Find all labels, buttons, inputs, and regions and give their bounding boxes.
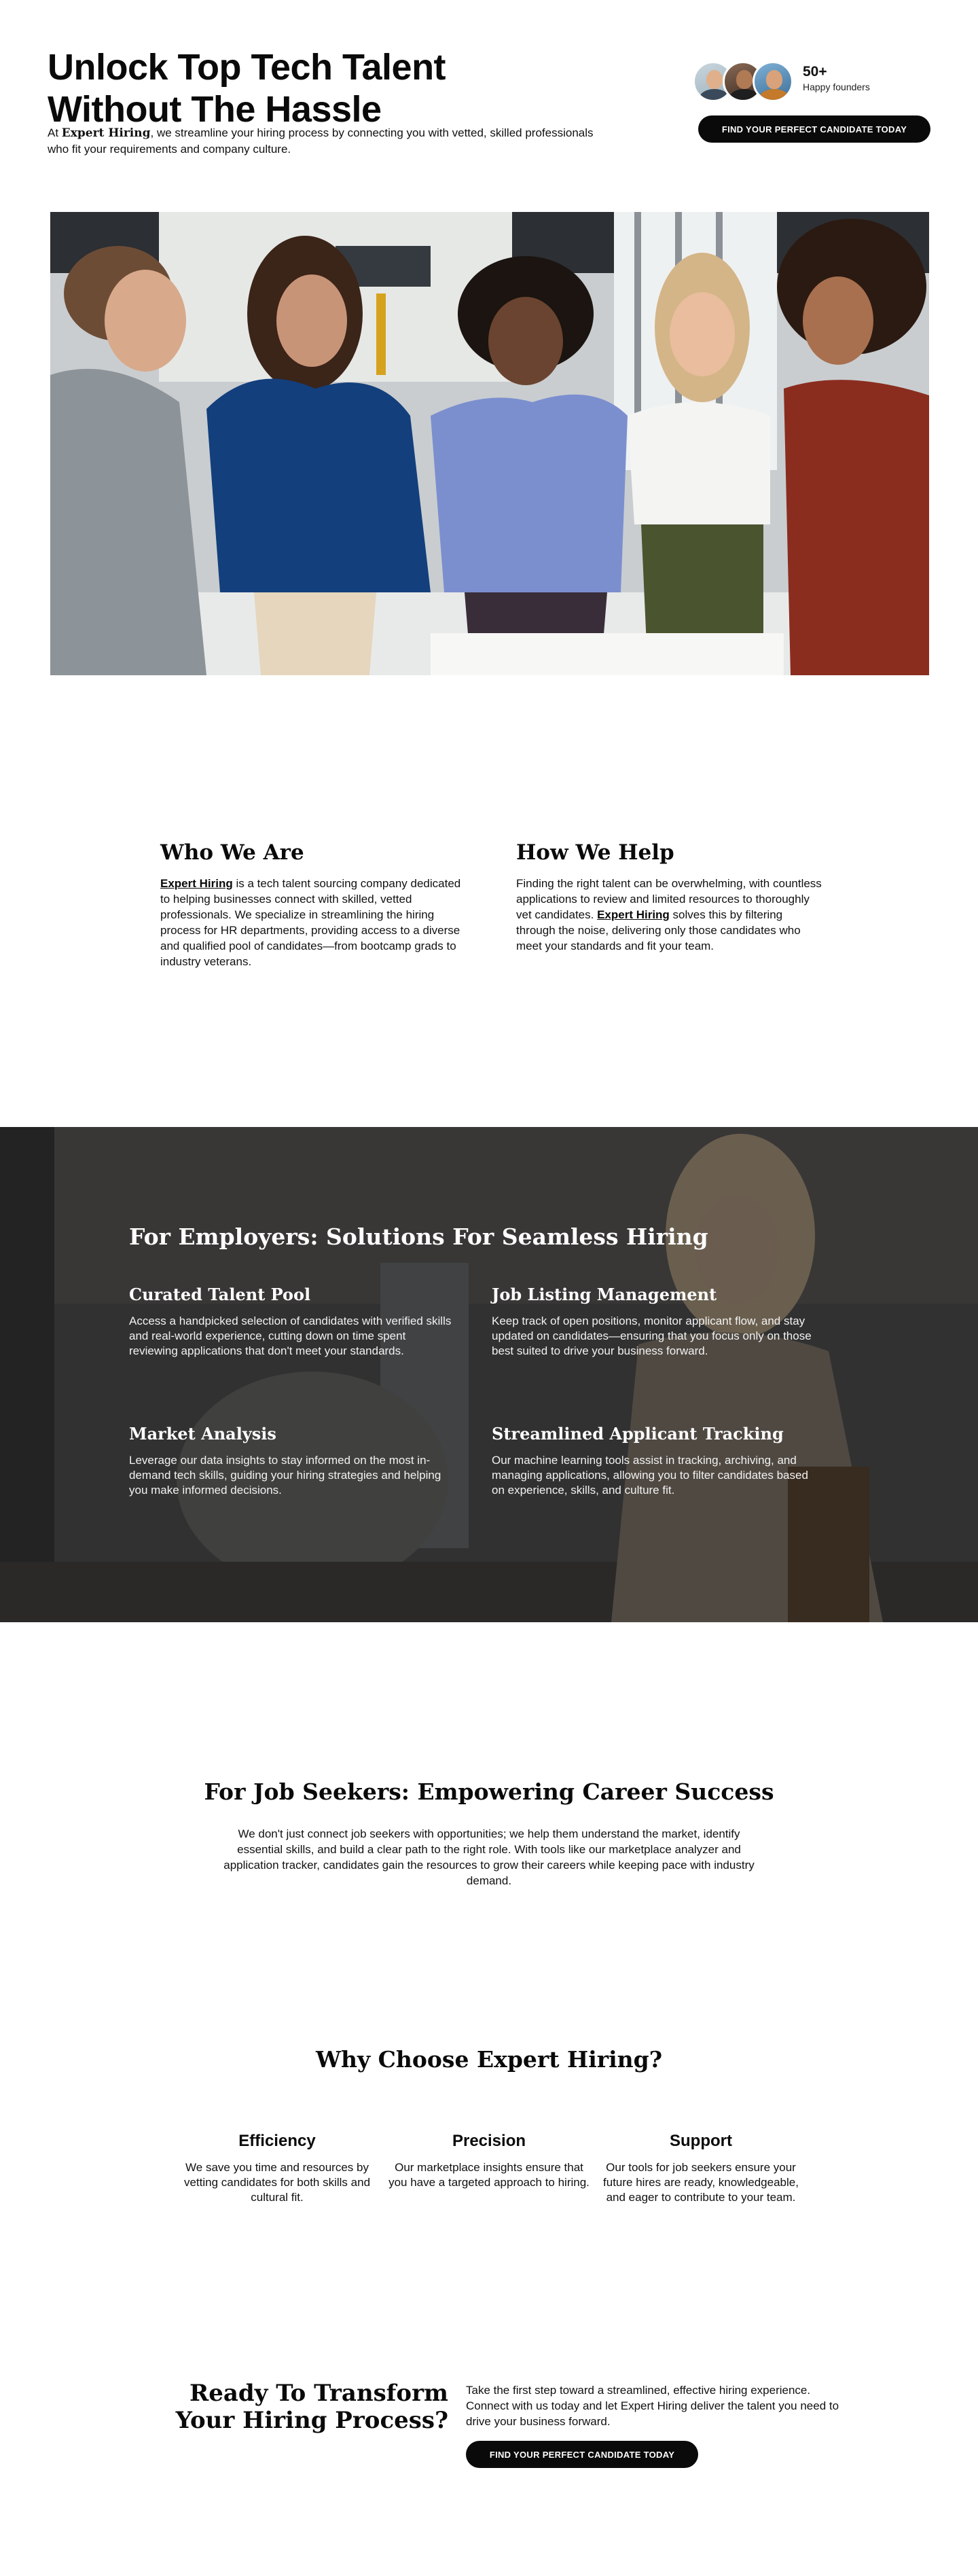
who-we-are-text: Expert Hiring is a tech talent sourcing … bbox=[160, 876, 466, 969]
applicant-tracking-title: Streamlined Applicant Tracking bbox=[492, 1424, 784, 1444]
avatar bbox=[753, 61, 793, 102]
how-we-help-text: Finding the right talent can be overwhel… bbox=[516, 876, 822, 954]
precision-text: Our marketplace insights ensure that you… bbox=[388, 2161, 590, 2189]
market-analysis-text: Leverage our data insights to stay infor… bbox=[129, 1454, 441, 1497]
hero-brand-name: Expert Hiring bbox=[61, 126, 151, 140]
hero-description: At Expert Hiring, we streamline your hir… bbox=[48, 125, 604, 157]
how-brand-link[interactable]: Expert Hiring bbox=[597, 908, 670, 921]
employers-overlay bbox=[0, 1127, 978, 1622]
applicant-tracking-text: Our machine learning tools assist in tra… bbox=[492, 1454, 808, 1497]
support-card: Support Our tools for job seekers ensure… bbox=[599, 2132, 803, 2205]
hero-team-photo bbox=[50, 212, 929, 675]
employers-title: For Employers: Solutions For Seamless Hi… bbox=[129, 1223, 708, 1250]
employers-section: For Employers: Solutions For Seamless Hi… bbox=[0, 1127, 978, 1622]
support-title: Support bbox=[670, 2132, 732, 2150]
who-we-are-title: Who We Are bbox=[160, 840, 304, 865]
precision-card: Precision Our marketplace insights ensur… bbox=[387, 2132, 591, 2190]
why-choose-title: Why Choose Expert Hiring? bbox=[315, 2046, 663, 2073]
cta-find-candidate-button[interactable]: FIND YOUR PERFECT CANDIDATE TODAY bbox=[466, 2441, 698, 2468]
curated-talent-pool-title: Curated Talent Pool bbox=[129, 1285, 311, 1304]
curated-talent-pool-text: Access a handpicked selection of candida… bbox=[129, 1314, 452, 1357]
how-we-help-title: How We Help bbox=[516, 840, 674, 865]
find-candidate-button[interactable]: FIND YOUR PERFECT CANDIDATE TODAY bbox=[698, 115, 930, 143]
founders-count: 50+ bbox=[803, 64, 827, 79]
job-seekers-title: For Job Seekers: Empowering Career Succe… bbox=[204, 1778, 774, 1805]
job-seekers-text: We don't just connect job seekers with o… bbox=[223, 1827, 755, 1887]
cta-title: Ready To Transform Your Hiring Process? bbox=[175, 2380, 448, 2434]
support-text: Our tools for job seekers ensure your fu… bbox=[603, 2161, 799, 2204]
who-brand-link[interactable]: Expert Hiring bbox=[160, 877, 233, 890]
precision-title: Precision bbox=[452, 2132, 526, 2150]
efficiency-card: Efficiency We save you time and resource… bbox=[175, 2132, 379, 2205]
team-photo-illustration bbox=[50, 212, 929, 675]
founders-label: Happy founders bbox=[803, 82, 870, 92]
market-analysis-title: Market Analysis bbox=[129, 1424, 276, 1444]
job-listing-management-text: Keep track of open positions, monitor ap… bbox=[492, 1314, 812, 1357]
cta-text: Take the first step toward a streamlined… bbox=[466, 2384, 839, 2428]
hero-desc-prefix: At bbox=[48, 126, 62, 139]
efficiency-title: Efficiency bbox=[238, 2132, 316, 2150]
who-text: is a tech talent sourcing company dedica… bbox=[160, 877, 461, 968]
page: Unlock Top Tech Talent Without The Hassl… bbox=[0, 0, 978, 2576]
job-listing-management-title: Job Listing Management bbox=[492, 1285, 717, 1304]
efficiency-text: We save you time and resources by vettin… bbox=[183, 2161, 371, 2204]
hero-title: Unlock Top Tech Talent Without The Hassl… bbox=[48, 47, 446, 130]
happy-founders: 50+ Happy founders bbox=[693, 61, 930, 109]
